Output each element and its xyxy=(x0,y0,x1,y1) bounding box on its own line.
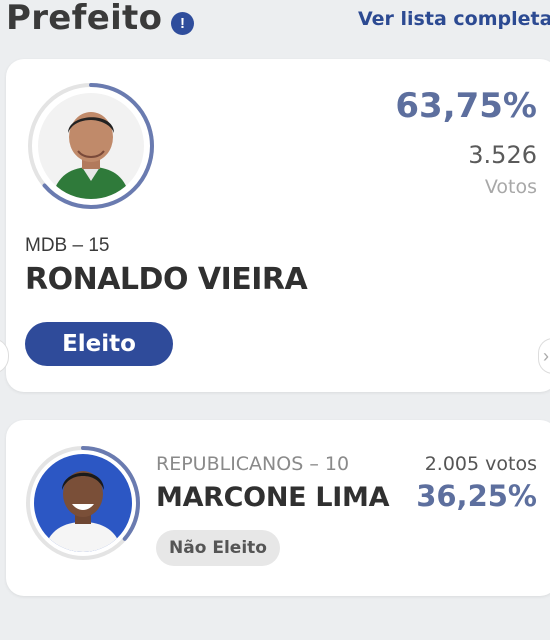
vote-percentage: 63,75% xyxy=(395,86,537,126)
candidate-name: RONALDO VIEIRA xyxy=(25,262,308,297)
vote-percentage: 36,25% xyxy=(416,479,537,513)
candidate-card[interactable]: REPUBLICANOS – 10 2.005 votos MARCONE LI… xyxy=(6,420,550,596)
vote-count: 2.005 votos xyxy=(424,453,537,475)
vote-count: 3.526 xyxy=(468,141,537,169)
candidate-photo xyxy=(34,454,132,552)
vote-count-label: Votos xyxy=(484,176,537,198)
avatar-with-ring xyxy=(26,81,156,211)
full-list-link[interactable]: Ver lista completa xyxy=(358,8,550,30)
candidate-card-winner[interactable]: 63,75% 3.526 Votos MDB – 15 RONALDO VIEI… xyxy=(6,59,550,392)
info-icon[interactable]: ! xyxy=(171,12,194,35)
candidate-party: REPUBLICANOS – 10 xyxy=(156,453,350,475)
section-header: Prefeito ! Ver lista completa xyxy=(0,0,550,44)
candidate-party: MDB – 15 xyxy=(25,235,110,256)
candidate-name: MARCONE LIMA xyxy=(156,482,390,513)
status-badge: Não Eleito xyxy=(156,530,280,566)
candidate-photo xyxy=(38,93,144,199)
status-badge: Eleito xyxy=(25,322,173,366)
section-title: Prefeito xyxy=(6,0,163,38)
avatar-with-ring xyxy=(24,444,142,562)
